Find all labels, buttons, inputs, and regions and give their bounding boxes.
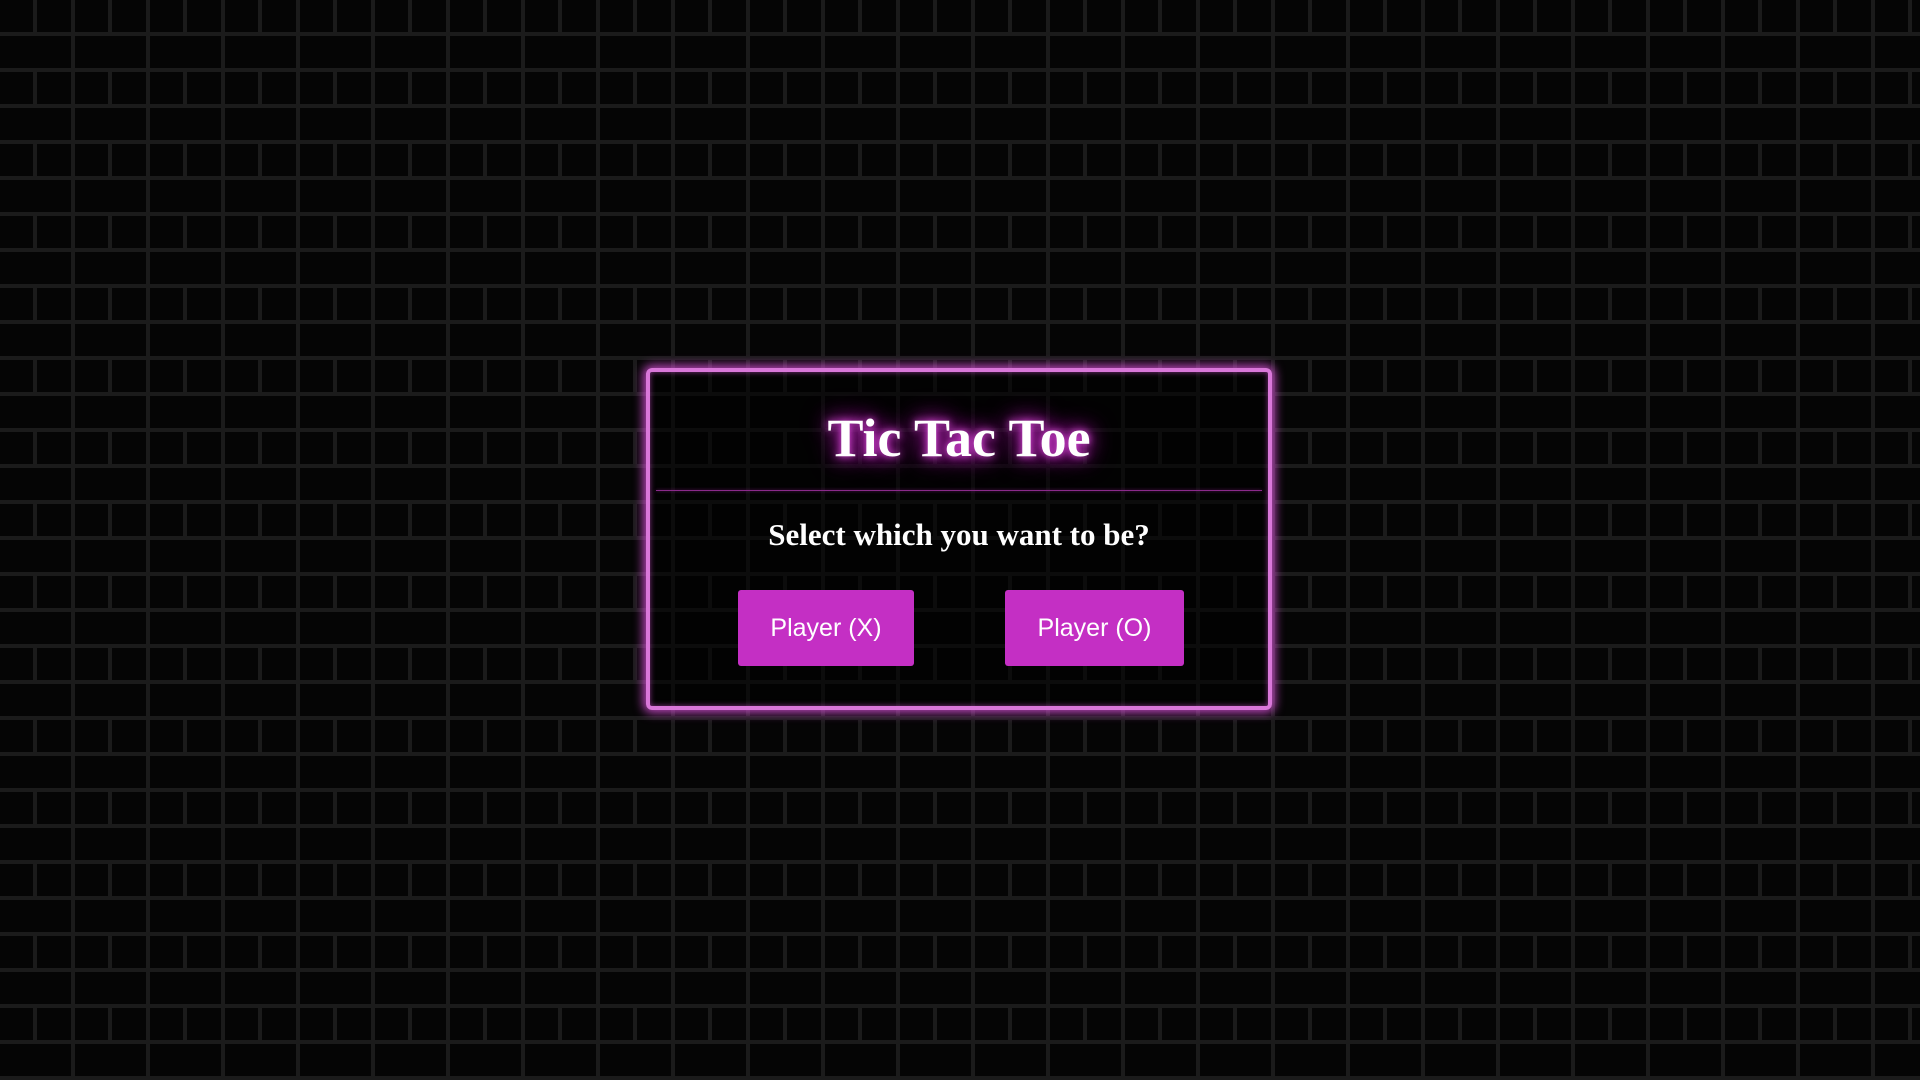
- game-title: Tic Tac Toe: [827, 408, 1091, 468]
- player-o-button[interactable]: Player (O): [1005, 590, 1184, 666]
- title-divider: [656, 490, 1262, 491]
- player-select-dialog: Tic Tac Toe Select which you want to be?…: [646, 368, 1272, 710]
- player-x-button[interactable]: Player (X): [738, 590, 914, 666]
- select-prompt: Select which you want to be?: [768, 517, 1150, 552]
